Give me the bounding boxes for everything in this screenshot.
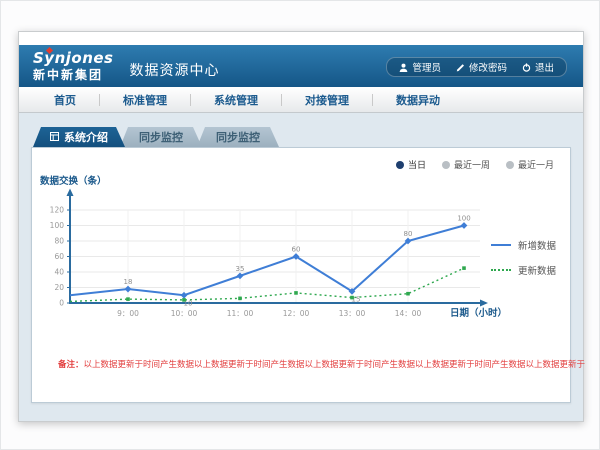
footnote-label: 备注： xyxy=(58,360,84,370)
legend-label: 更新数据 xyxy=(518,263,556,277)
main-nav: 首页 标准管理 系统管理 对接管理 数据异动 xyxy=(19,87,583,113)
filter-last-month[interactable]: 最近一月 xyxy=(506,158,554,171)
chart-plot: 0 20 40 60 80 100 120 9：00 10：00 11：00 12：00 13：00 1… xyxy=(50,189,488,319)
legend-label: 新增数据 xyxy=(518,238,556,252)
svg-text:10：00: 10：00 xyxy=(171,309,198,318)
tab-sync-monitor-1[interactable]: 同步监控 xyxy=(120,127,202,147)
svg-text:20: 20 xyxy=(54,283,64,292)
legend-item-new-data: 新增数据 xyxy=(491,238,556,252)
filter-label: 最近一周 xyxy=(454,158,490,171)
svg-text:80: 80 xyxy=(54,237,64,246)
tab-bar: 系统介绍 同步监控 同步监控 xyxy=(33,127,571,147)
edit-icon xyxy=(456,63,465,72)
tab-system-intro[interactable]: 系统介绍 xyxy=(33,127,125,147)
logo-text: Synjones xyxy=(33,51,114,66)
browser-page: Synjones 新中新集团 数据资源中心 管理员 修改密码 xyxy=(18,31,584,422)
app-header: Synjones 新中新集团 数据资源中心 管理员 修改密码 xyxy=(19,45,583,87)
app-logo: Synjones 新中新集团 xyxy=(33,51,114,81)
tab-label: 同步监控 xyxy=(216,129,260,145)
user-label: 管理员 xyxy=(412,60,441,74)
legend-item-updated-data: 更新数据 xyxy=(491,263,556,277)
nav-item-standard-mgmt[interactable]: 标准管理 xyxy=(100,92,190,108)
svg-text:12：00: 12：00 xyxy=(283,309,310,318)
nav-item-interface-mgmt[interactable]: 对接管理 xyxy=(282,92,372,108)
filter-today[interactable]: 当日 xyxy=(396,158,426,171)
svg-text:100: 100 xyxy=(50,221,65,230)
change-password-label: 修改密码 xyxy=(469,60,507,74)
svg-text:60: 60 xyxy=(292,246,301,254)
svg-text:14：00: 14：00 xyxy=(395,309,422,318)
logo-subtext: 新中新集团 xyxy=(33,69,114,81)
header-actions: 管理员 修改密码 退出 xyxy=(386,57,567,77)
svg-text:9：00: 9：00 xyxy=(117,309,139,318)
nav-item-data-change[interactable]: 数据异动 xyxy=(373,92,463,108)
nav-item-system-mgmt[interactable]: 系统管理 xyxy=(191,92,281,108)
svg-text:100: 100 xyxy=(457,215,470,223)
tab-label: 同步监控 xyxy=(139,129,183,145)
svg-text:35: 35 xyxy=(236,265,245,273)
app-title: 数据资源中心 xyxy=(130,60,220,80)
content-area: 系统介绍 同步监控 同步监控 当日 最近一周 xyxy=(19,113,583,421)
user-menu-button[interactable]: 管理员 xyxy=(399,60,441,74)
footnote: 备注：以上数据更新于时间产生数据以上数据更新于时间产生数据以上数据更新于时间产生… xyxy=(58,358,585,370)
svg-text:11：00: 11：00 xyxy=(227,309,254,318)
svg-text:40: 40 xyxy=(54,268,64,277)
svg-text:80: 80 xyxy=(404,230,413,238)
radio-icon xyxy=(506,161,514,169)
svg-text:0: 0 xyxy=(59,299,64,308)
logout-label: 退出 xyxy=(535,60,554,74)
svg-text:120: 120 xyxy=(50,206,65,215)
svg-text:13：00: 13：00 xyxy=(339,309,366,318)
top-strip xyxy=(19,32,583,45)
x-axis-title: 日期（小时） xyxy=(450,307,507,319)
filter-label: 最近一月 xyxy=(518,158,554,171)
radio-icon xyxy=(396,161,404,169)
filter-label: 当日 xyxy=(408,158,426,171)
user-icon xyxy=(399,63,408,72)
radio-icon xyxy=(442,161,450,169)
logout-button[interactable]: 退出 xyxy=(522,60,554,74)
svg-text:60: 60 xyxy=(54,252,64,261)
filter-last-week[interactable]: 最近一周 xyxy=(442,158,490,171)
form-icon xyxy=(50,131,59,144)
tab-label: 系统介绍 xyxy=(64,129,108,145)
chart-card: 当日 最近一周 最近一月 0 20 40 60 80 100 120 9：00 10：00 11：… xyxy=(31,147,571,403)
time-range-filters: 当日 最近一周 最近一月 xyxy=(396,158,554,171)
chart-legend: 新增数据 更新数据 xyxy=(491,238,556,277)
y-axis-title: 数据交换（条） xyxy=(39,175,107,187)
footnote-text: 以上数据更新于时间产生数据以上数据更新于时间产生数据以上数据更新于时间产生数据以… xyxy=(84,360,586,370)
legend-swatch xyxy=(491,269,511,271)
logout-icon xyxy=(522,63,531,72)
legend-swatch xyxy=(491,244,511,246)
nav-item-home[interactable]: 首页 xyxy=(31,92,99,108)
svg-text:18: 18 xyxy=(124,278,133,286)
change-password-button[interactable]: 修改密码 xyxy=(456,60,507,74)
screen: Synjones 新中新集团 数据资源中心 管理员 修改密码 xyxy=(0,0,600,450)
tab-sync-monitor-2[interactable]: 同步监控 xyxy=(197,127,279,147)
